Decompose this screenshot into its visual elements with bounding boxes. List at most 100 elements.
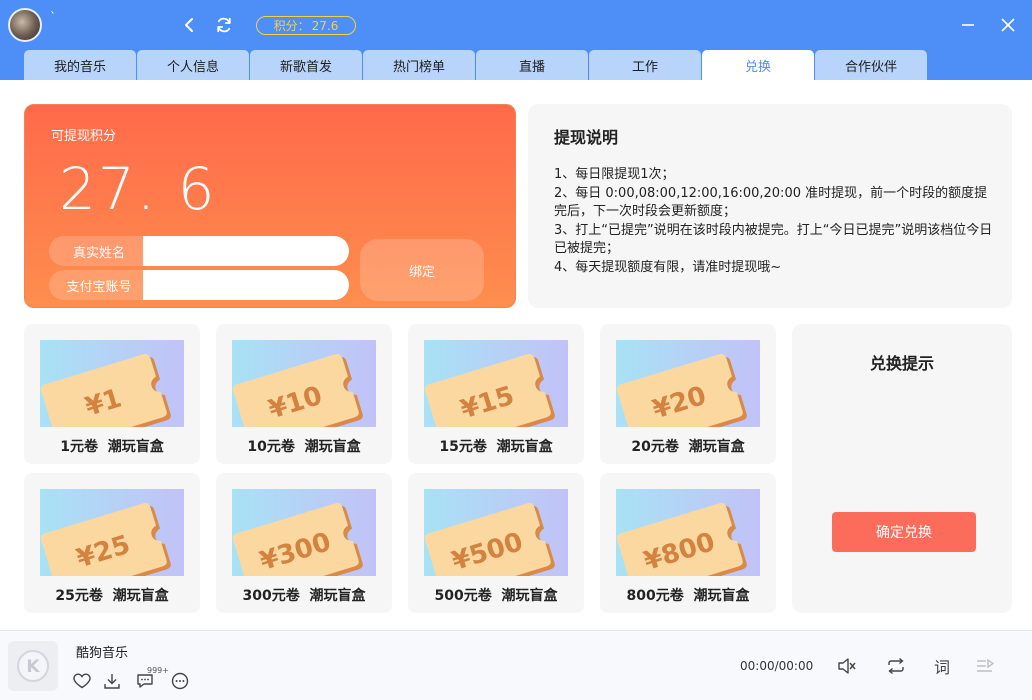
voucher-amount: 300元卷 [242,588,300,604]
voucher-product: 潮玩盲盒 [309,588,366,604]
tab-live[interactable]: 直播 [476,50,588,80]
voucher-caption: 500元卷 潮玩盲盒 [408,585,584,605]
confirm-exchange-button[interactable]: 确定兑换 [832,512,976,552]
tab-label: 个人信息 [166,59,219,75]
alipay-input[interactable] [143,270,349,300]
voucher-caption: 25元卷 潮玩盲盒 [24,585,200,605]
voucher-ticket-image: ¥300 [232,489,376,576]
alipay-label: 支付宝账号 [49,270,149,300]
tab-label: 直播 [518,59,545,75]
voucher-amount: 1元卷 [60,439,98,455]
kugou-logo-icon: K [17,650,49,682]
voucher-product: 潮玩盲盒 [304,439,361,455]
minimize-icon[interactable] [957,14,979,36]
notes-item: 2、每日 0:00,08:00,12:00,16:00,20:00 准时提现，前… [554,185,988,220]
voucher-amount: 25元卷 [55,588,103,604]
voucher-amount: 15元卷 [439,439,487,455]
mute-icon[interactable] [836,655,858,677]
notes-list: 1、每日限提现1次； 2、每日 0:00,08:00,12:00,16:00,2… [554,166,994,277]
voucher-product: 潮玩盲盒 [501,588,558,604]
voucher-ticket-image: ¥1 [40,340,184,427]
withdraw-notes-card: 提现说明 1、每日限提现1次； 2、每日 0:00,08:00,12:00,16… [528,104,1012,308]
voucher-amount: 800元卷 [626,588,684,604]
voucher-caption: 800元卷 潮玩盲盒 [600,585,776,605]
player-bar: K 酷狗音乐 999+ 00:00/00:00 词 [0,630,1032,700]
tab-work[interactable]: 工作 [589,50,701,80]
withdraw-points-label: 可提现积分 [51,129,117,144]
points-value: 27.6 [311,18,339,33]
tab-label: 新歌首发 [279,59,332,75]
voucher-caption: 300元卷 潮玩盲盒 [216,585,392,605]
bind-button[interactable]: 绑定 [360,239,484,301]
tab-label: 热门榜单 [392,59,445,75]
username: ` [50,10,56,24]
voucher-caption: 1元卷 潮玩盲盒 [24,436,200,456]
exchange-tip-card: 兑换提示 确定兑换 [792,324,1012,613]
track-title: 酷狗音乐 [76,646,129,661]
voucher-caption: 15元卷 潮玩盲盒 [408,436,584,456]
voucher-amount: 500元卷 [434,588,492,604]
voucher-product: 潮玩盲盒 [107,439,164,455]
tab-profile[interactable]: 个人信息 [137,50,249,80]
album-cover[interactable]: K [8,641,58,691]
tab-new-songs[interactable]: 新歌首发 [250,50,362,80]
tab-partners[interactable]: 合作伙伴 [815,50,927,80]
notes-title: 提现说明 [554,128,619,147]
back-icon[interactable] [178,14,200,36]
withdraw-card: 可提现积分 27. 6 真实姓名 支付宝账号 绑定 [24,104,516,308]
voucher-product: 潮玩盲盒 [496,439,553,455]
title-bar: ` 积分： 27.6 我的音乐 个人信息 新歌首发 热门榜单 直播 工作 兑换 … [0,0,1032,80]
refresh-icon[interactable] [213,14,235,36]
voucher-card[interactable]: ¥15 15元卷 潮玩盲盒 [408,324,584,464]
voucher-amount: 20元卷 [631,439,679,455]
points-label: 积分： [273,19,310,33]
voucher-card[interactable]: ¥1 1元卷 潮玩盲盒 [24,324,200,464]
comment-count: 999+ [147,666,169,675]
tab-charts[interactable]: 热门榜单 [363,50,475,80]
voucher-card[interactable]: ¥800 800元卷 潮玩盲盒 [600,473,776,613]
voucher-card[interactable]: ¥500 500元卷 潮玩盲盒 [408,473,584,613]
tab-label: 我的音乐 [53,59,106,75]
voucher-card[interactable]: ¥25 25元卷 潮玩盲盒 [24,473,200,613]
voucher-ticket-image: ¥10 [232,340,376,427]
voucher-ticket-image: ¥15 [424,340,568,427]
voucher-card[interactable]: ¥300 300元卷 潮玩盲盒 [216,473,392,613]
close-icon[interactable] [997,14,1019,36]
more-icon[interactable] [170,671,190,691]
real-name-input[interactable] [143,236,349,266]
tip-title: 兑换提示 [869,354,934,373]
lyrics-button[interactable]: 词 [931,655,953,677]
heart-icon[interactable] [72,671,92,691]
real-name-row: 真实姓名 [49,236,349,266]
playback-time: 00:00/00:00 [740,659,814,673]
voucher-ticket-image: ¥25 [40,489,184,576]
voucher-ticket-image: ¥500 [424,489,568,576]
lyrics-label: 词 [933,658,950,677]
tab-my-music[interactable]: 我的音乐 [24,50,136,80]
real-name-label: 真实姓名 [49,236,149,266]
points-badge: 积分： 27.6 [256,16,356,35]
download-icon[interactable] [102,671,122,691]
notes-item: 3、打上“已提完”说明在该时段内被提完。打上“今日已提完”说明该档位今日已被提完… [554,222,993,257]
voucher-product: 潮玩盲盒 [112,588,169,604]
loop-icon[interactable] [885,655,907,677]
withdraw-points-value: 27. 6 [59,155,217,223]
voucher-product: 潮玩盲盒 [688,439,745,455]
alipay-row: 支付宝账号 [49,270,349,300]
svg-text:K: K [26,657,40,677]
notes-item: 4、每天提现额度有限，请准时提现哦~ [554,259,782,275]
voucher-ticket-image: ¥800 [616,489,760,576]
avatar[interactable] [8,8,42,42]
playlist-icon[interactable] [974,655,996,677]
tab-label: 兑换 [744,59,771,75]
voucher-card[interactable]: ¥10 10元卷 潮玩盲盒 [216,324,392,464]
voucher-caption: 20元卷 潮玩盲盒 [600,436,776,456]
notes-item: 1、每日限提现1次； [554,167,675,182]
tab-exchange[interactable]: 兑换 [702,50,814,80]
voucher-amount: 10元卷 [247,439,295,455]
tab-label: 合作伙伴 [844,59,897,75]
voucher-card[interactable]: ¥20 20元卷 潮玩盲盒 [600,324,776,464]
tab-bar: 我的音乐 个人信息 新歌首发 热门榜单 直播 工作 兑换 合作伙伴 [24,50,927,80]
voucher-ticket-image: ¥20 [616,340,760,427]
tab-label: 工作 [631,59,658,75]
